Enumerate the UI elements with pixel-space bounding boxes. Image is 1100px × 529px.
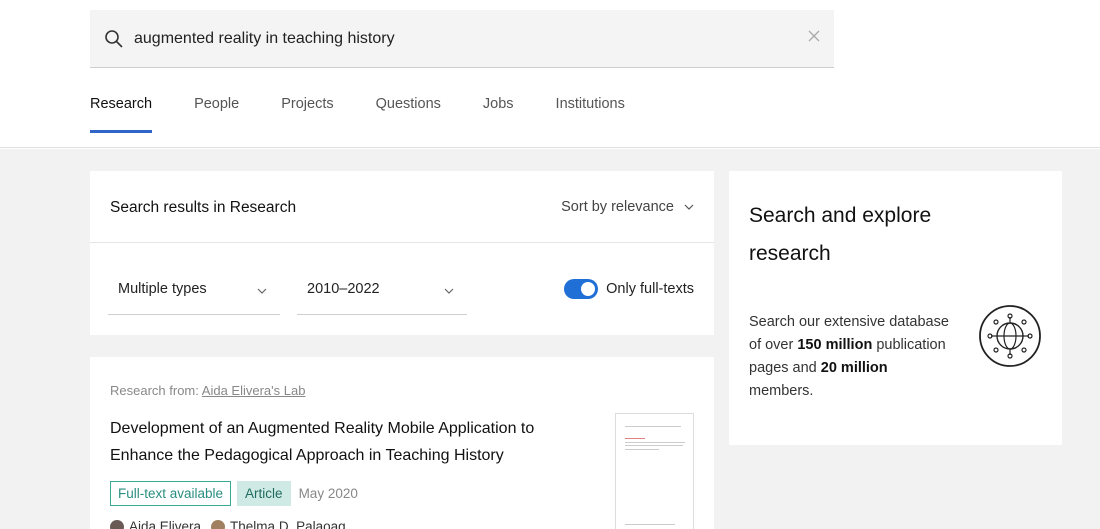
- explore-count-members: 20 million: [820, 360, 888, 376]
- tab-bar: Research People Projects Questions Jobs …: [90, 96, 667, 133]
- result-title[interactable]: Development of an Augmented Reality Mobi…: [110, 415, 590, 469]
- research-source: Research from: Aida Elivera's Lab: [110, 383, 305, 398]
- year-filter-select[interactable]: 2010–2022: [297, 269, 467, 315]
- explore-title: Search and explore research: [749, 204, 932, 265]
- sort-label: Sort by relevance: [561, 199, 674, 215]
- explore-research-panel: Search and explore research Search our e…: [729, 171, 1062, 445]
- fulltext-badge: Full-text available: [110, 481, 232, 506]
- type-filter-label: Multiple types: [118, 281, 207, 297]
- result-badges: Full-text available Article May 2020: [110, 481, 358, 506]
- close-icon[interactable]: [806, 28, 822, 44]
- tab-projects[interactable]: Projects: [281, 96, 333, 132]
- main-content: Search results in Research Sort by relev…: [0, 149, 1100, 529]
- research-source-prefix: Research from:: [110, 383, 199, 398]
- avatar: [110, 519, 124, 529]
- sort-dropdown[interactable]: Sort by relevance: [561, 199, 694, 215]
- chevron-down-icon: [684, 204, 694, 211]
- result-card[interactable]: Research from: Aida Elivera's Lab Develo…: [90, 357, 714, 529]
- search-icon: [105, 30, 123, 48]
- tab-people[interactable]: People: [194, 96, 239, 132]
- top-bar: Research People Projects Questions Jobs …: [0, 0, 1100, 148]
- author-name[interactable]: Aida Elivera: [129, 519, 201, 529]
- tab-questions[interactable]: Questions: [376, 96, 441, 132]
- toggle-label: Only full-texts: [606, 281, 694, 297]
- search-bar[interactable]: [90, 10, 834, 68]
- explore-count-publications: 150 million: [797, 337, 877, 353]
- avatar: [211, 519, 226, 529]
- chevron-down-icon: [444, 288, 454, 294]
- publication-date: May 2020: [298, 486, 358, 501]
- type-badge: Article: [237, 481, 291, 506]
- globe-icon: [979, 305, 1041, 367]
- type-filter-select[interactable]: Multiple types: [108, 269, 280, 315]
- author-list: Aida Elivera Thelma D. Palaoag: [110, 519, 356, 529]
- lab-link[interactable]: Aida Elivera's Lab: [202, 383, 306, 398]
- search-input[interactable]: [134, 24, 774, 54]
- year-filter-label: 2010–2022: [307, 281, 380, 297]
- author-name[interactable]: Thelma D. Palaoag: [230, 519, 346, 529]
- tab-jobs[interactable]: Jobs: [483, 96, 514, 132]
- chevron-down-icon: [257, 288, 267, 294]
- publication-thumbnail[interactable]: [615, 413, 694, 529]
- explore-text-3: members.: [749, 383, 814, 399]
- tab-research[interactable]: Research: [90, 96, 153, 133]
- toggle-switch[interactable]: [564, 279, 599, 299]
- results-title: Search results in Research: [110, 199, 297, 216]
- results-header: Search results in Research Sort by relev…: [90, 171, 714, 243]
- explore-description: Search our extensive database of over 15…: [749, 311, 949, 403]
- fulltext-toggle[interactable]: Only full-texts: [564, 277, 694, 301]
- tab-institutions[interactable]: Institutions: [556, 96, 625, 132]
